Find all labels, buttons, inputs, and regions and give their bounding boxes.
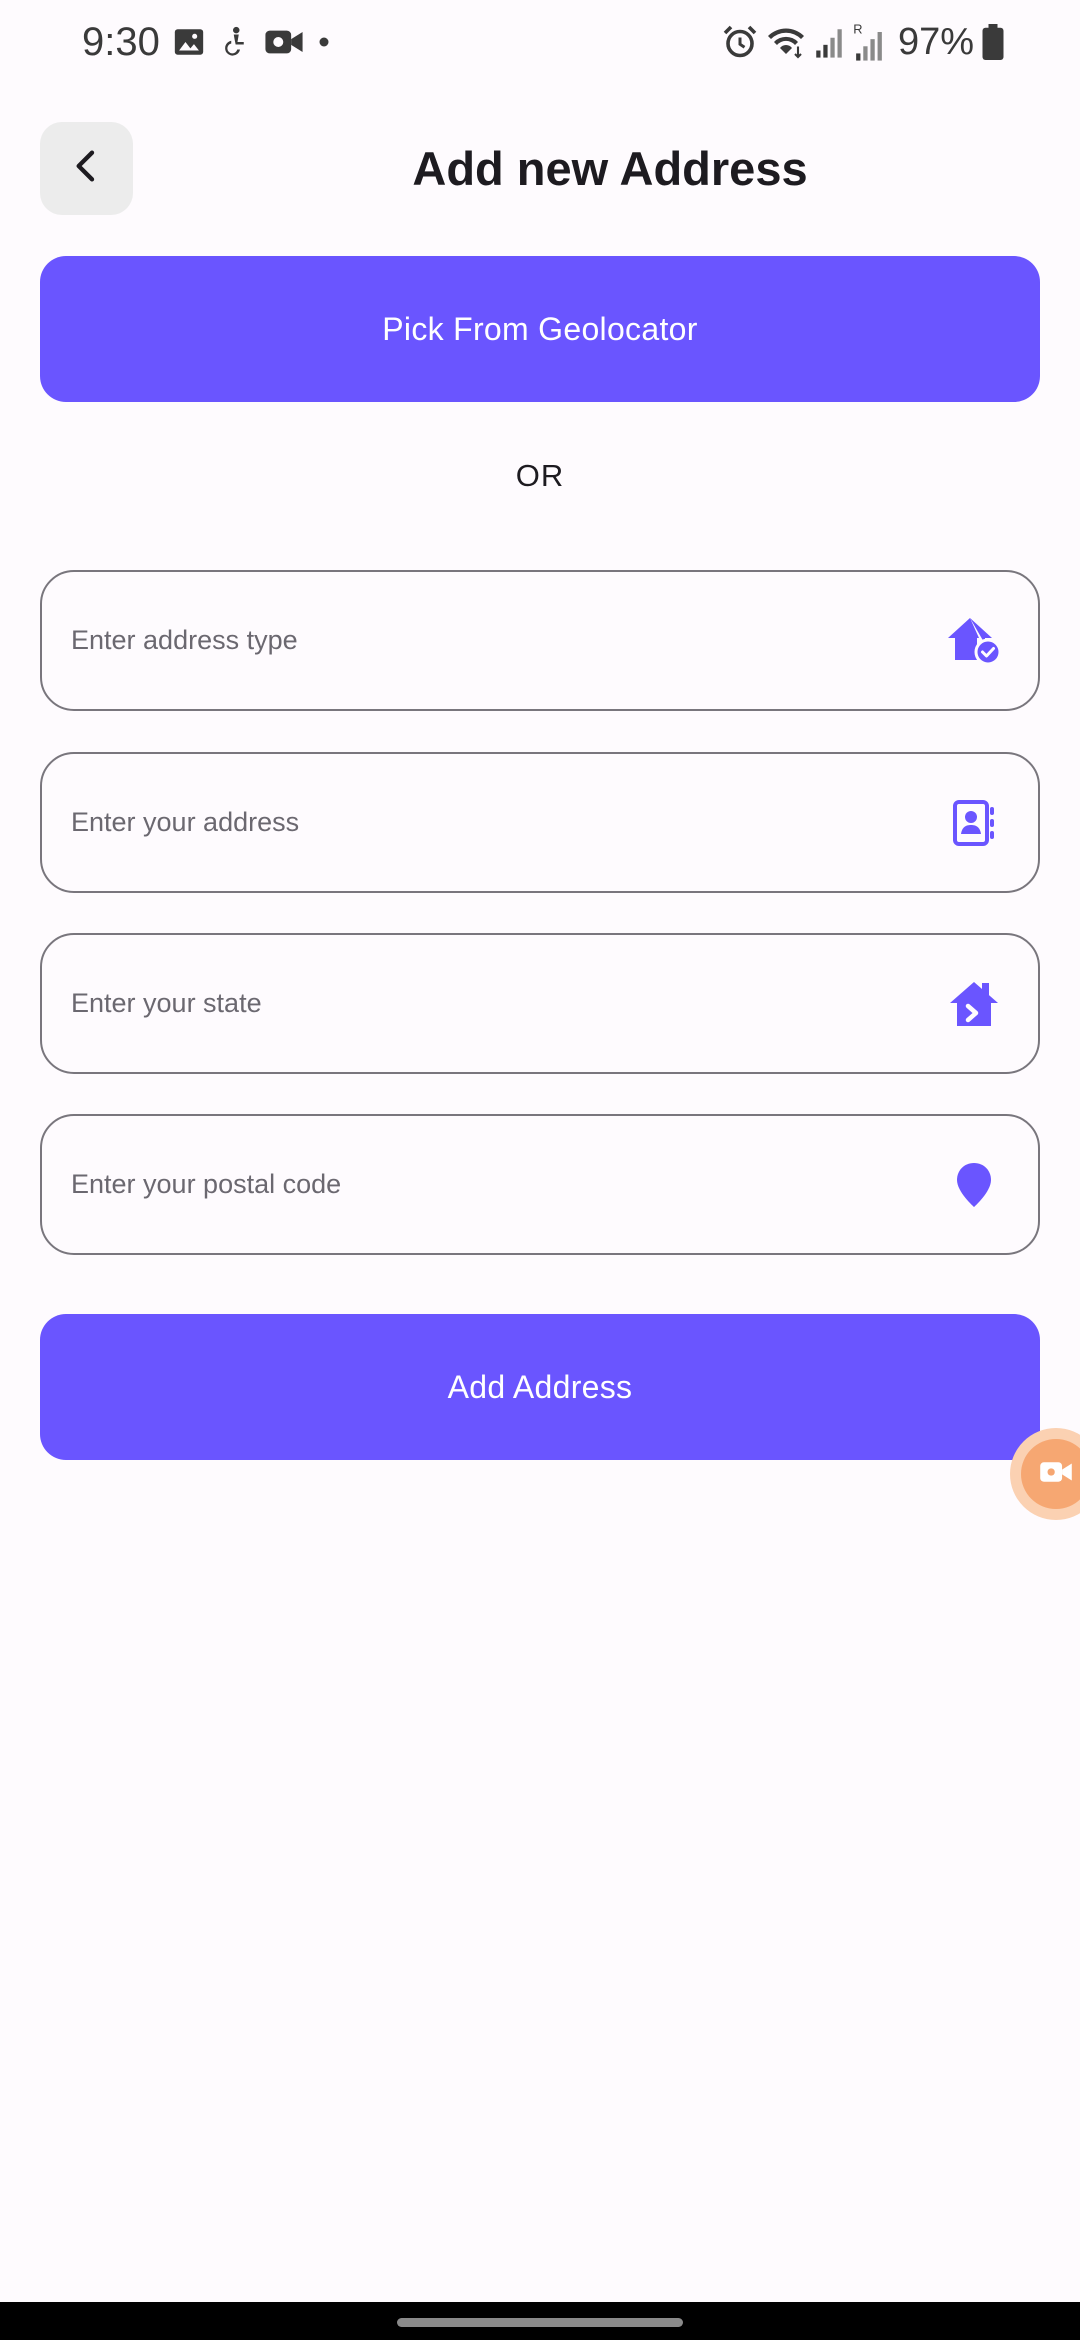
status-time: 9:30 — [82, 20, 160, 64]
video-camera-icon — [264, 27, 304, 57]
video-camera-icon — [1039, 1459, 1073, 1490]
postal-code-input[interactable] — [71, 1116, 944, 1253]
address-field[interactable] — [40, 752, 1040, 893]
home-arrow-icon — [944, 974, 1004, 1034]
home-check-icon — [944, 611, 1004, 671]
alarm-icon — [722, 24, 758, 60]
navigation-bar — [0, 2302, 1080, 2340]
dot-icon — [318, 36, 330, 48]
battery-percentage: 97% — [897, 21, 974, 63]
image-icon — [172, 25, 206, 59]
status-bar: 9:30 R 97% — [0, 0, 1080, 84]
address-input[interactable] — [71, 754, 944, 891]
address-type-field[interactable] — [40, 570, 1040, 711]
svg-text:R: R — [853, 22, 862, 36]
state-input[interactable] — [71, 935, 944, 1072]
state-field[interactable] — [40, 933, 1040, 1074]
postal-code-field[interactable] — [40, 1114, 1040, 1255]
home-indicator[interactable] — [397, 2318, 683, 2327]
wifi-icon — [766, 24, 806, 60]
status-left-icons — [172, 22, 330, 62]
signal-roaming-icon: R — [852, 22, 886, 62]
back-button[interactable] — [40, 122, 133, 215]
accessibility-icon — [220, 25, 250, 59]
screen-recorder-inner — [1021, 1439, 1080, 1509]
battery-icon — [982, 24, 1004, 60]
contact-book-icon — [944, 793, 1004, 853]
pick-from-geolocator-button[interactable]: Pick From Geolocator — [40, 256, 1040, 402]
chevron-left-icon — [67, 146, 107, 191]
status-right-icons: R 97% — [722, 20, 1004, 64]
location-pin-icon — [944, 1155, 1004, 1215]
add-address-button[interactable]: Add Address — [40, 1314, 1040, 1460]
signal-icon — [814, 25, 844, 59]
address-type-input[interactable] — [71, 572, 944, 709]
or-divider: OR — [515, 458, 565, 493]
page-title: Add new Address — [412, 142, 808, 195]
